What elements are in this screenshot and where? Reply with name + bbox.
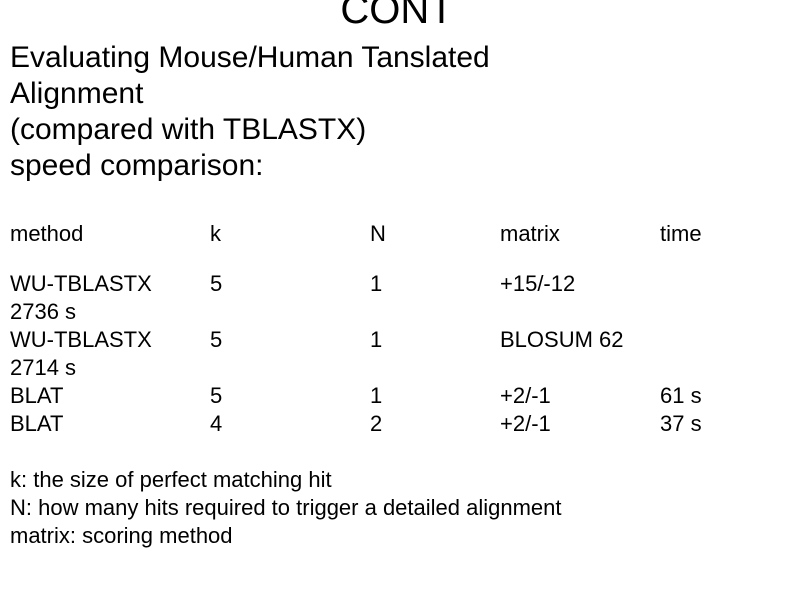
table-row: BLAT 5 1 +2/-1 61 s <box>10 382 784 410</box>
subtitle-line: (compared with TBLASTX) <box>10 112 784 148</box>
cell-matrix: +2/-1 <box>500 410 660 438</box>
cell-matrix: +2/-1 <box>500 382 660 410</box>
table-row: WU-TBLASTX 5 1 BLOSUM 62 <box>10 326 784 354</box>
cell-N: 1 <box>370 326 500 354</box>
cell-time <box>660 326 780 354</box>
header-method: method <box>10 220 210 248</box>
cell-N: 1 <box>370 270 500 298</box>
table-row-extra: 2736 s <box>10 298 784 326</box>
cell-time <box>660 270 780 298</box>
cell-k: 4 <box>210 410 370 438</box>
header-k: k <box>210 220 370 248</box>
cell-matrix: BLOSUM 62 <box>500 326 660 354</box>
cell-matrix: +15/-12 <box>500 270 660 298</box>
subtitle-line: Evaluating Mouse/Human Tanslated <box>10 40 784 76</box>
cell-method-extra: 2736 s <box>10 298 210 326</box>
cell-k: 5 <box>210 382 370 410</box>
subtitle: Evaluating Mouse/Human Tanslated Alignme… <box>10 40 784 184</box>
cell-N: 1 <box>370 382 500 410</box>
cell-time: 61 s <box>660 382 780 410</box>
footnote-line: N: how many hits required to trigger a d… <box>10 494 784 522</box>
table-row-extra: 2714 s <box>10 354 784 382</box>
cell-method: WU-TBLASTX <box>10 270 210 298</box>
header-matrix: matrix <box>500 220 660 248</box>
footnotes: k: the size of perfect matching hit N: h… <box>10 466 784 550</box>
header-time: time <box>660 220 780 248</box>
footnote-line: k: the size of perfect matching hit <box>10 466 784 494</box>
subtitle-line: Alignment <box>10 76 784 112</box>
page-title: CONT <box>10 0 784 30</box>
cell-k: 5 <box>210 326 370 354</box>
footnote-line: matrix: scoring method <box>10 522 784 550</box>
table-row: BLAT 4 2 +2/-1 37 s <box>10 410 784 438</box>
cell-method: WU-TBLASTX <box>10 326 210 354</box>
subtitle-line: speed comparison: <box>10 148 784 184</box>
cell-N: 2 <box>370 410 500 438</box>
cell-time: 37 s <box>660 410 780 438</box>
comparison-table: method k N matrix time WU-TBLASTX 5 1 +1… <box>10 220 784 438</box>
cell-method-extra: 2714 s <box>10 354 210 382</box>
cell-method: BLAT <box>10 410 210 438</box>
cell-method: BLAT <box>10 382 210 410</box>
header-N: N <box>370 220 500 248</box>
table-row: WU-TBLASTX 5 1 +15/-12 <box>10 270 784 298</box>
slide: CONT Evaluating Mouse/Human Tanslated Al… <box>0 0 794 595</box>
cell-k: 5 <box>210 270 370 298</box>
table-header-row: method k N matrix time <box>10 220 784 248</box>
